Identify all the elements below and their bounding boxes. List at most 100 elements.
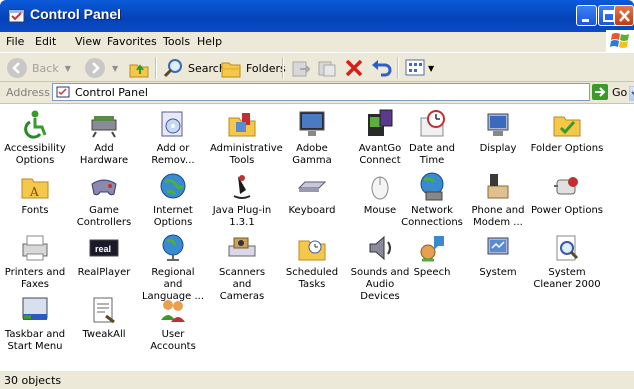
- item-label: Java Plug-in 1.3.1: [212, 205, 272, 228]
- control-panel-item[interactable]: Scheduled Tasks: [280, 232, 344, 291]
- control-panel-item[interactable]: real RealPlayer: [72, 232, 136, 279]
- control-panel-item[interactable]: Network Connections: [400, 170, 464, 229]
- accessibility-icon: [24, 110, 47, 139]
- menu-tools[interactable]: Tools: [163, 35, 190, 48]
- control-panel-icon: [8, 9, 25, 23]
- undo-button[interactable]: [370, 57, 392, 79]
- item-label: Game Controllers: [76, 205, 132, 228]
- menu-bar: File Edit View Favorites Tools Help: [0, 32, 634, 52]
- item-label: Adobe Gamma: [292, 143, 332, 166]
- control-panel-item[interactable]: TweakAll: [72, 294, 136, 341]
- control-panel-item[interactable]: Taskbar and Start Menu: [3, 294, 67, 353]
- control-panel-items: Accessibility Options Add Hardware Add or …: [0, 104, 634, 370]
- item-label: Phone and Modem ...: [471, 205, 525, 228]
- realplayer-icon: real: [89, 239, 119, 257]
- go-button[interactable]: Go: [592, 84, 627, 100]
- svg-text:A: A: [29, 185, 39, 199]
- clock-icon: [420, 110, 445, 137]
- control-panel-item[interactable]: Scanners and Cameras: [210, 232, 274, 303]
- go-label: Go: [612, 85, 628, 99]
- control-panel-item[interactable]: Regional and Language ...: [141, 232, 205, 303]
- item-label: System: [479, 267, 517, 278]
- control-panel-item[interactable]: Date and Time: [400, 108, 464, 167]
- item-label: Add or Remov...: [151, 143, 195, 166]
- item-label: Add Hardware: [79, 143, 129, 166]
- control-panel-item[interactable]: Accessibility Options: [3, 108, 67, 167]
- control-panel-item[interactable]: A Fonts: [3, 170, 67, 217]
- delete-button[interactable]: [343, 57, 365, 79]
- address-field[interactable]: Control Panel: [52, 83, 634, 101]
- back-button[interactable]: Back ▼: [6, 57, 71, 79]
- item-label: TweakAll: [82, 329, 126, 340]
- undo-icon: [372, 60, 392, 77]
- forward-button[interactable]: ▼: [84, 57, 118, 79]
- control-panel-item[interactable]: Add Hardware: [72, 108, 136, 167]
- control-panel-item[interactable]: Display: [466, 108, 530, 155]
- go-arrow-icon: [592, 84, 608, 100]
- users-icon: [161, 300, 185, 322]
- control-panel-item[interactable]: Folder Options: [528, 108, 606, 155]
- control-panel-item[interactable]: System Cleaner 2000: [528, 232, 606, 291]
- control-panel-item[interactable]: Speech: [400, 232, 464, 279]
- keyboard-icon: [297, 181, 327, 192]
- up-folder-button[interactable]: [128, 57, 150, 79]
- add-hardware-icon: [91, 116, 117, 138]
- folders-icon: [221, 62, 241, 78]
- menu-view[interactable]: View: [75, 35, 101, 48]
- menu-favorites[interactable]: Favorites: [107, 35, 157, 48]
- control-panel-item[interactable]: System: [466, 232, 530, 279]
- minimize-icon: [582, 19, 589, 22]
- control-panel-icon: [56, 86, 70, 98]
- item-label: Folder Options: [530, 143, 604, 154]
- speaker-icon: [369, 235, 391, 261]
- views-button[interactable]: ▼: [404, 57, 434, 79]
- item-label: Fonts: [21, 205, 49, 216]
- control-panel-item[interactable]: Java Plug-in 1.3.1: [210, 170, 274, 229]
- views-dropdown-icon[interactable]: ▼: [428, 64, 434, 73]
- back-label: Back: [32, 61, 59, 75]
- move-to-button[interactable]: [290, 57, 312, 79]
- back-dropdown-icon[interactable]: ▼: [65, 64, 71, 73]
- menu-file[interactable]: File: [6, 35, 24, 48]
- menu-edit[interactable]: Edit: [35, 35, 56, 48]
- avantgo-icon: [368, 109, 393, 136]
- copy-to-button[interactable]: [316, 57, 338, 79]
- close-button[interactable]: [614, 5, 634, 26]
- toolbar-separator: [155, 57, 157, 79]
- control-panel-item[interactable]: User Accounts: [141, 294, 205, 353]
- control-panel-item[interactable]: Power Options: [528, 170, 606, 217]
- control-panel-item[interactable]: Game Controllers: [72, 170, 136, 229]
- control-panel-item[interactable]: Add or Remov...: [141, 108, 205, 167]
- address-dropdown-button[interactable]: [629, 86, 634, 101]
- windows-logo: [606, 30, 634, 53]
- gamepad-icon: [91, 179, 117, 196]
- menu-help[interactable]: Help: [197, 35, 222, 48]
- item-label: Keyboard: [288, 205, 336, 216]
- system-icon: [487, 237, 509, 255]
- search-button[interactable]: Search: [162, 57, 226, 79]
- minimize-button[interactable]: [576, 5, 597, 26]
- item-label: Accessibility Options: [4, 143, 66, 166]
- item-label: Printers and Faxes: [4, 267, 66, 290]
- control-panel-item[interactable]: Adobe Gamma: [280, 108, 344, 167]
- item-label: Scheduled Tasks: [285, 267, 339, 290]
- control-panel-item[interactable]: Phone and Modem ...: [466, 170, 530, 229]
- status-bar: 30 objects: [0, 370, 634, 389]
- address-value: Control Panel: [75, 86, 148, 99]
- control-panel-item[interactable]: Internet Options: [141, 170, 205, 229]
- toolbar-separator: [282, 57, 284, 79]
- phone-icon: [487, 174, 509, 199]
- scanner-icon: [228, 237, 256, 257]
- tweak-icon: [93, 297, 115, 324]
- control-panel-item[interactable]: Printers and Faxes: [3, 232, 67, 291]
- monitor-icon: [299, 111, 325, 136]
- control-panel-item[interactable]: Administrative Tools: [210, 108, 283, 167]
- forward-dropdown-icon[interactable]: ▼: [112, 64, 118, 73]
- add-remove-programs-icon: [161, 111, 183, 137]
- folders-button[interactable]: Folders: [220, 57, 286, 79]
- title-bar[interactable]: Control Panel: [0, 0, 634, 32]
- item-label: System Cleaner 2000: [533, 267, 601, 290]
- control-panel-item[interactable]: Keyboard: [280, 170, 344, 217]
- folder-options-icon: [553, 116, 581, 137]
- status-text: 30 objects: [4, 374, 62, 387]
